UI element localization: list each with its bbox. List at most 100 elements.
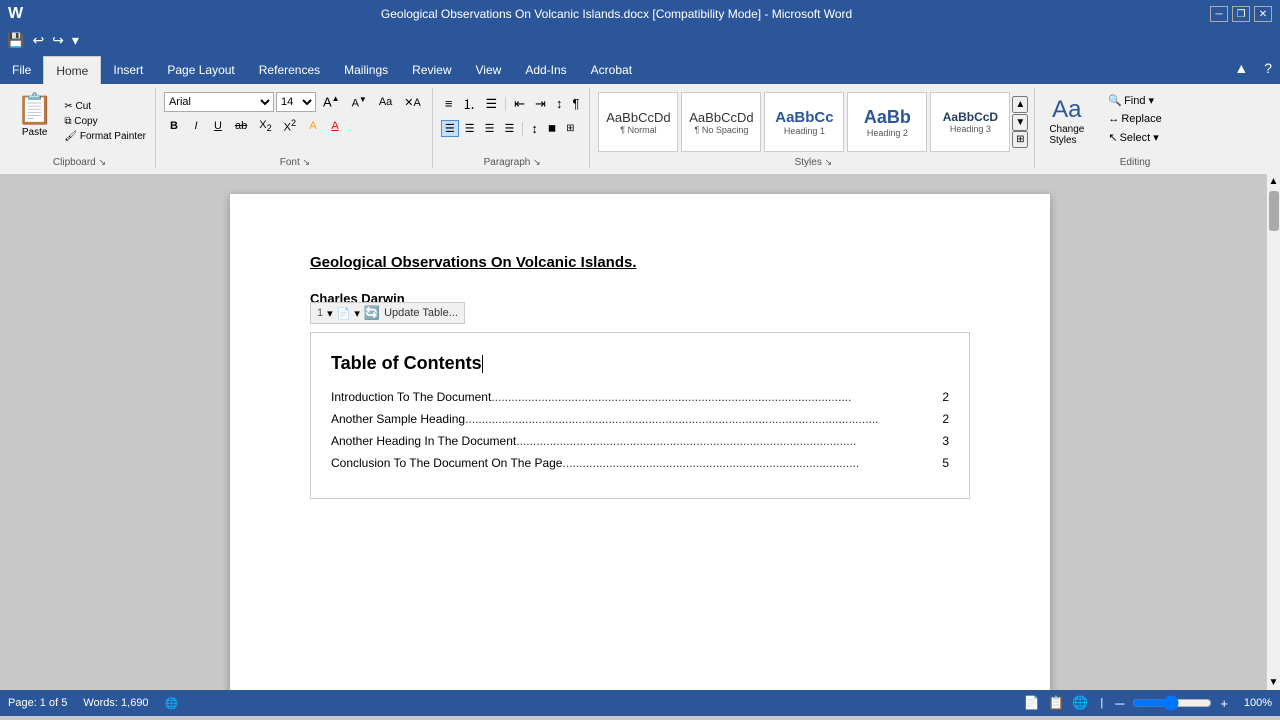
vertical-scrollbar[interactable]: ▲ ▼	[1266, 174, 1280, 690]
text-color-button[interactable]: A	[325, 118, 345, 134]
toc-entry-4-text: Conclusion To The Document On The Page	[331, 456, 562, 470]
quick-access-dropdown[interactable]: ▾	[69, 30, 82, 51]
style-nospacing[interactable]: AaBbCcDd ¶ No Spacing	[681, 92, 761, 152]
redo-button[interactable]: ↪	[49, 30, 67, 51]
zoom-in-button[interactable]: +	[1220, 696, 1228, 711]
toc-box[interactable]: Table of Contents Introduction To The Do…	[310, 332, 970, 499]
quick-access-toolbar: 💾 ↩ ↪ ▾	[0, 28, 1280, 52]
styles-scroll-more[interactable]: ⊞	[1012, 131, 1028, 148]
select-button[interactable]: ↖ Select ▾	[1104, 129, 1165, 146]
bold-button[interactable]: B	[164, 118, 184, 134]
change-styles-button[interactable]: Aa ChangeStyles	[1045, 92, 1088, 150]
save-button[interactable]: 💾	[4, 30, 27, 51]
language-check-icon: 🌐	[165, 697, 179, 710]
decrease-indent-button[interactable]: ⇤	[510, 94, 529, 114]
underline-button[interactable]: U	[208, 118, 228, 134]
sort-button[interactable]: ↕	[552, 94, 567, 113]
page-info: Page: 1 of 5	[8, 697, 67, 710]
style-heading3-name: Heading 3	[950, 124, 991, 134]
align-right-button[interactable]: ☰	[481, 120, 499, 137]
tab-pagelayout[interactable]: Page Layout	[155, 56, 246, 84]
cut-button[interactable]: ✂ Cut	[61, 100, 149, 113]
find-button[interactable]: 🔍 Find ▾	[1104, 92, 1165, 109]
style-heading1[interactable]: AaBbCc Heading 1	[764, 92, 844, 152]
toc-entry-1[interactable]: Introduction To The Document............…	[331, 390, 949, 404]
align-center-button[interactable]: ☰	[461, 120, 479, 137]
undo-button[interactable]: ↩	[29, 30, 47, 51]
italic-button[interactable]: I	[186, 118, 206, 134]
justify-button[interactable]: ☰	[500, 120, 518, 137]
paste-button[interactable]: 📋 Paste	[10, 88, 59, 155]
borders-button[interactable]: ⊞	[562, 121, 578, 136]
toc-entry-4[interactable]: Conclusion To The Document On The Page..…	[331, 456, 949, 470]
styles-expand[interactable]: ↘	[825, 157, 833, 167]
superscript-button[interactable]: X2	[279, 116, 301, 136]
styles-scroll-up[interactable]: ▲	[1012, 96, 1028, 113]
view-reading-button[interactable]: 📋	[1048, 695, 1064, 711]
increase-indent-button[interactable]: ⇥	[531, 94, 550, 114]
scroll-up-arrow[interactable]: ▲	[1269, 176, 1279, 187]
ribbon-tabs: File Home Insert Page Layout References …	[0, 52, 1280, 84]
format-painter-button[interactable]: 🖌 Format Painter	[61, 130, 149, 143]
restore-button[interactable]: ❐	[1232, 6, 1250, 22]
select-icon: ↖	[1108, 131, 1117, 144]
styles-scroll-down[interactable]: ▼	[1012, 114, 1028, 131]
style-heading2[interactable]: AaBb Heading 2	[847, 92, 927, 152]
tab-insert[interactable]: Insert	[101, 56, 155, 84]
bullets-button[interactable]: ≡	[441, 94, 457, 113]
shading-button[interactable]: ◼	[544, 121, 560, 136]
shrink-font-button[interactable]: A▼	[347, 93, 372, 112]
subscript-button[interactable]: X2	[254, 117, 276, 135]
font-expand[interactable]: ↘	[303, 157, 311, 167]
tab-review[interactable]: Review	[400, 56, 463, 84]
toc-dropdown2[interactable]: ▾	[354, 307, 360, 320]
replace-button[interactable]: ↔ Replace	[1104, 111, 1165, 127]
title-underlined-word: On	[491, 254, 512, 271]
numbering-button[interactable]: ⒈	[458, 92, 479, 115]
tab-home[interactable]: Home	[43, 56, 101, 84]
multilevel-button[interactable]: ☰	[481, 94, 501, 114]
tab-acrobat[interactable]: Acrobat	[579, 56, 644, 84]
zoom-slider[interactable]	[1132, 695, 1212, 711]
toc-entry-2[interactable]: Another Sample Heading..................…	[331, 412, 949, 426]
align-left-button[interactable]: ☰	[441, 120, 459, 137]
change-styles-icon: Aa	[1052, 96, 1081, 124]
view-print-button[interactable]: 📄	[1024, 695, 1040, 711]
help-button[interactable]: ?	[1256, 56, 1280, 84]
font-size-select[interactable]: 14	[276, 92, 316, 112]
line-spacing-button[interactable]: ↕	[527, 119, 542, 138]
text-cursor	[482, 355, 483, 373]
toc-entry-3[interactable]: Another Heading In The Document.........…	[331, 434, 949, 448]
toc-entry-2-dots: ........................................…	[465, 412, 938, 426]
change-case-button[interactable]: Aa	[374, 94, 397, 110]
toc-dropdown[interactable]: ▾	[327, 307, 333, 320]
text-highlight-button[interactable]: A	[303, 118, 323, 134]
status-bar: Page: 1 of 5 Words: 1,690 🌐 📄 📋 🌐 | ─ + …	[0, 690, 1280, 716]
tab-references[interactable]: References	[247, 56, 332, 84]
scroll-down-arrow[interactable]: ▼	[1269, 677, 1279, 688]
scroll-thumb[interactable]	[1269, 191, 1279, 231]
tab-addins[interactable]: Add-Ins	[513, 56, 578, 84]
pilcrow-button[interactable]: ¶	[568, 94, 583, 113]
style-normal[interactable]: AaBbCcDd ¶ Normal	[598, 92, 678, 152]
grow-font-button[interactable]: A▲	[318, 92, 345, 111]
update-table-button[interactable]: Update Table...	[384, 307, 458, 319]
toc-entry-3-dots: ........................................…	[516, 434, 938, 448]
view-web-button[interactable]: 🌐	[1072, 695, 1088, 711]
paragraph-expand[interactable]: ↘	[533, 157, 541, 167]
clipboard-expand[interactable]: ↘	[99, 157, 107, 167]
style-heading3[interactable]: AaBbCcD Heading 3	[930, 92, 1010, 152]
strikethrough-button[interactable]: ab	[230, 118, 252, 134]
clear-formatting-button[interactable]: ✕A	[399, 94, 426, 111]
tab-file[interactable]: File	[0, 56, 43, 84]
zoom-out-button[interactable]: ─	[1115, 696, 1124, 711]
minimize-button[interactable]: ─	[1210, 6, 1228, 22]
tab-mailings[interactable]: Mailings	[332, 56, 400, 84]
font-name-select[interactable]: Arial	[164, 92, 274, 112]
copy-button[interactable]: ⧉ Copy	[61, 115, 149, 128]
close-button[interactable]: ✕	[1254, 6, 1272, 22]
style-nospacing-name: ¶ No Spacing	[694, 125, 748, 135]
toc-entry-4-page: 5	[942, 456, 949, 470]
expand-ribbon-button[interactable]: ▲	[1226, 56, 1256, 84]
tab-view[interactable]: View	[464, 56, 514, 84]
